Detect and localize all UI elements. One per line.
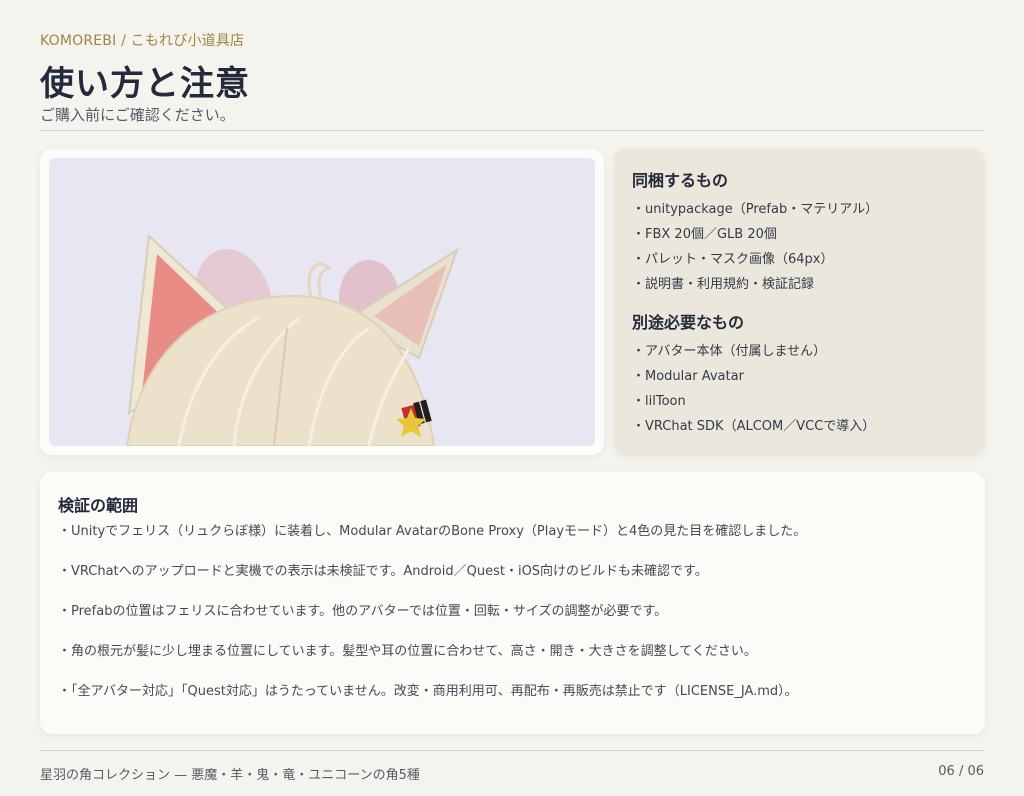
scope-paragraph: ・角の根元が髪に少し埋まる位置にしています。髪型や耳の位置に合わせて、高さ・開き… [58,644,757,659]
required-list: ・アバター本体（付属しません） ・Modular Avatar ・lilToon… [632,339,967,439]
page-subtitle: ご購入前にご確認ください。 [40,106,235,124]
included-list: ・unitypackage（Prefab・マテリアル） ・FBX 20個／GLB… [632,197,967,297]
brand-label: KOMOREBI / こもれび小道具店 [40,33,245,49]
list-item: ・unitypackage（Prefab・マテリアル） [632,202,879,217]
list-item: ・アバター本体（付属しません） [632,344,827,359]
list-item: ・VRChat SDK（ALCOM／VCCで導入） [632,419,876,434]
preview-card [40,149,604,455]
page-number: 06 / 06 [938,764,984,779]
verification-scope-card: 検証の範囲 ・Unityでフェリス（リュクらぼ様）に装着し、Modular Av… [40,472,985,734]
header-divider [40,130,985,131]
required-heading: 別途必要なもの [632,313,745,332]
slide-page: KOMOREBI / こもれび小道具店 使い方と注意 ご購入前にご確認ください。 [0,0,1024,796]
list-item: ・説明書・利用規約・検証記録 [632,277,815,292]
list-item: ・Modular Avatar [632,369,744,384]
list-item: ・FBX 20個／GLB 20個 [632,227,777,242]
avatar-preview-illustration [125,233,459,446]
scope-paragraph: ・Unityでフェリス（リュクらぼ様）に装着し、Modular AvatarのB… [58,524,807,539]
list-item: ・lilToon [632,394,686,409]
scope-paragraph: ・Prefabの位置はフェリスに合わせています。他のアバターでは位置・回転・サイ… [58,604,668,619]
scope-paragraph: ・VRChatへのアップロードと実機での表示は未検証です。Android／Que… [58,564,708,579]
package-info-card: 同梱するもの ・unitypackage（Prefab・マテリアル） ・FBX … [614,149,985,455]
hair-ahoge [307,262,333,299]
scope-heading: 検証の範囲 [58,496,139,515]
page-title: 使い方と注意 [40,64,250,104]
footer-divider [40,750,985,751]
included-heading: 同梱するもの [632,171,729,190]
preview-image [49,158,595,446]
list-item: ・パレット・マスク画像（64px） [632,252,834,267]
footer-collection-title: 星羽の角コレクション — 悪魔・羊・鬼・竜・ユニコーンの角5種 [40,768,420,783]
scope-paragraph: ・「全アバター対応」「Quest対応」はうたっていません。改変・商用利用可、再配… [58,684,798,699]
